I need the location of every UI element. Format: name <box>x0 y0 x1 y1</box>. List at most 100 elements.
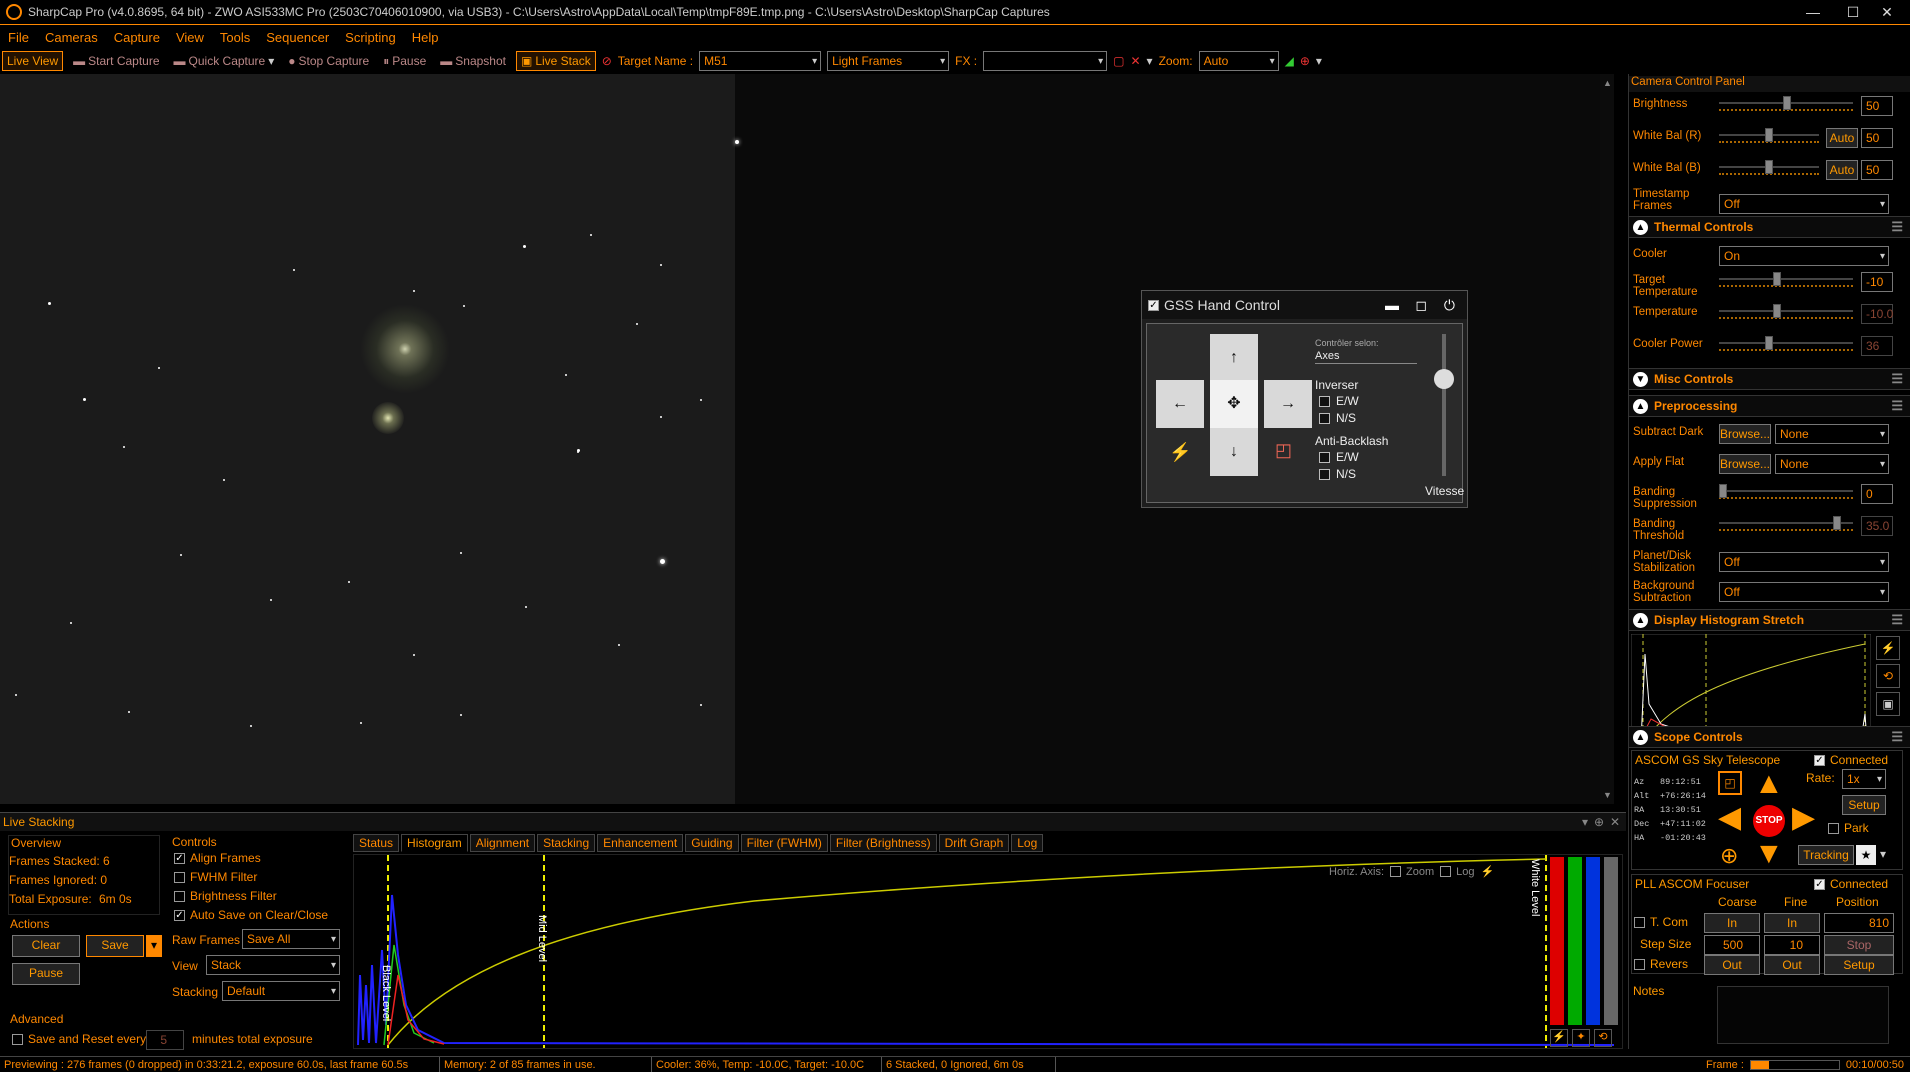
tab-log[interactable]: Log <box>1011 834 1044 852</box>
coarse-in-button[interactable]: In <box>1704 913 1760 933</box>
park-checkbox[interactable]: Park <box>1828 821 1869 835</box>
backlash-ew-checkbox[interactable]: E/W <box>1319 450 1359 464</box>
fine-out-button[interactable]: Out <box>1764 955 1820 975</box>
green-channel-slider[interactable] <box>1568 857 1582 1025</box>
scroll-up-icon[interactable]: ▲ <box>1603 78 1612 88</box>
chevron-up-icon[interactable]: ▲ <box>1633 729 1648 745</box>
histogram-icon[interactable]: ◢ <box>1285 54 1294 68</box>
chevron-down-icon[interactable]: ▼ <box>1633 371 1648 387</box>
tab-drift-graph[interactable]: Drift Graph <box>938 834 1010 852</box>
banding-threshold-slider[interactable] <box>1719 516 1853 532</box>
wb-b-auto-button[interactable]: Auto <box>1826 160 1858 180</box>
zoom-checkbox[interactable]: Zoom <box>1390 866 1434 878</box>
brightness-value[interactable]: 50 <box>1861 96 1893 116</box>
checkbox-box[interactable] <box>1319 395 1330 407</box>
hamburger-icon[interactable]: ☰ <box>1891 398 1903 414</box>
tab-histogram[interactable]: Histogram <box>401 834 468 852</box>
gss-up-button[interactable]: ↑ <box>1210 334 1258 382</box>
live-stack-button[interactable]: ▣ Live Stack <box>515 51 596 71</box>
focuser-setup-button[interactable]: Setup <box>1824 955 1894 975</box>
inverser-ns-checkbox[interactable]: N/S <box>1319 411 1356 425</box>
step-coarse-stepper[interactable]: 500 <box>1704 935 1760 955</box>
raw-frames-select[interactable]: Save All <box>242 929 340 949</box>
menu-capture[interactable]: Capture <box>106 30 168 45</box>
checkbox-box[interactable] <box>1319 451 1330 463</box>
pin-icon[interactable]: ⊕ <box>1594 815 1604 829</box>
menu-tools[interactable]: Tools <box>212 30 258 45</box>
planet-stab-select[interactable]: Off <box>1719 552 1889 572</box>
close-icon[interactable]: ✕ <box>1610 815 1620 829</box>
banding-suppression-slider[interactable] <box>1719 484 1853 500</box>
tab-status[interactable]: Status <box>353 834 400 852</box>
inverser-ew-checkbox[interactable]: E/W <box>1319 394 1359 408</box>
close-button[interactable]: ✕ <box>1864 0 1910 24</box>
menu-cameras[interactable]: Cameras <box>37 30 106 45</box>
backlash-ns-checkbox[interactable]: N/S <box>1319 467 1356 481</box>
blue-channel-slider[interactable] <box>1586 857 1600 1025</box>
save-icon[interactable]: ▣ <box>1876 692 1900 716</box>
target-name-input[interactable]: M51 <box>699 51 822 71</box>
menu-view[interactable]: View <box>168 30 212 45</box>
fine-in-button[interactable]: In <box>1764 913 1820 933</box>
speed-slider-thumb[interactable] <box>1434 369 1454 389</box>
live-view-button[interactable]: Live View <box>2 51 64 71</box>
wb-b-value[interactable]: 50 <box>1861 160 1893 180</box>
quick-capture-button[interactable]: ▬ Quick Capture ▾ <box>170 52 279 70</box>
flat-browse-button[interactable]: Browse... <box>1719 454 1771 474</box>
hamburger-icon[interactable]: ☰ <box>1891 371 1903 387</box>
timestamp-select[interactable]: Off <box>1719 194 1889 214</box>
coarse-out-button[interactable]: Out <box>1704 955 1760 975</box>
spiral-icon[interactable]: ◰ <box>1275 440 1292 461</box>
zoom-select[interactable]: Auto <box>1198 51 1279 71</box>
sparkle-icon[interactable]: ✦ <box>1572 1029 1590 1047</box>
wb-r-auto-button[interactable]: Auto <box>1826 128 1858 148</box>
rate-select[interactable]: 1x <box>1842 769 1886 789</box>
chevron-up-icon[interactable]: ▲ <box>1633 612 1648 628</box>
brightness-slider[interactable] <box>1719 96 1853 112</box>
flat-select[interactable]: None <box>1775 454 1889 474</box>
log-checkbox[interactable]: Log <box>1440 866 1475 878</box>
hamburger-icon[interactable]: ☰ <box>1891 219 1903 235</box>
slew-east-button[interactable]: ◀ <box>1718 803 1741 833</box>
slew-west-button[interactable]: ▶ <box>1792 803 1815 833</box>
stacking-select[interactable]: Default <box>222 981 340 1001</box>
dark-select[interactable]: None <box>1775 424 1889 444</box>
notes-textarea[interactable] <box>1717 986 1889 1044</box>
save-options-chevron-icon[interactable]: ▾ <box>146 935 162 957</box>
power-icon[interactable]: ⏻ <box>1444 297 1455 314</box>
chevron-up-icon[interactable]: ▲ <box>1633 219 1648 235</box>
cooler-select[interactable]: On <box>1719 246 1889 266</box>
menu-help[interactable]: Help <box>404 30 447 45</box>
gss-right-button[interactable]: → <box>1264 380 1312 428</box>
reset-icon[interactable]: ⟲ <box>1876 664 1900 688</box>
tcomp-checkbox[interactable]: T. Com <box>1634 915 1688 929</box>
scope-stop-button[interactable]: STOP <box>1753 805 1785 837</box>
hamburger-icon[interactable]: ☰ <box>1891 612 1903 628</box>
tracking-button[interactable]: Tracking <box>1798 845 1854 865</box>
start-capture-button[interactable]: ▬ Start Capture <box>69 52 163 70</box>
chevron-up-icon[interactable]: ▲ <box>1633 398 1648 414</box>
fwhm-filter-checkbox[interactable]: FWHM Filter <box>174 870 257 884</box>
thermal-controls-header[interactable]: ▲ Thermal Controls ☰ <box>1629 216 1910 238</box>
controller-select[interactable]: Axes <box>1315 350 1417 364</box>
target-temp-value[interactable]: -10 <box>1861 272 1893 292</box>
target-temp-slider[interactable] <box>1719 272 1853 288</box>
slew-north-button[interactable]: ▲ <box>1754 769 1784 799</box>
focuser-connected-checkbox[interactable]: ✓ Connected <box>1814 877 1888 891</box>
hamburger-icon[interactable]: ☰ <box>1891 729 1903 745</box>
luminance-channel-slider[interactable] <box>1604 857 1618 1025</box>
stack-histogram[interactable]: Black Level Mid Level White Level Horiz.… <box>353 854 1623 1049</box>
brightness-filter-checkbox[interactable]: Brightness Filter <box>174 889 277 903</box>
scope-connected-checkbox[interactable]: ✓ Connected <box>1814 753 1888 767</box>
gss-left-button[interactable]: ← <box>1156 380 1204 428</box>
lightning-icon[interactable]: ⚡ <box>1481 865 1495 878</box>
reticle-icon[interactable]: ▢ <box>1113 54 1124 68</box>
save-reset-checkbox[interactable]: Save and Reset every <box>12 1032 146 1046</box>
menu-sequencer[interactable]: Sequencer <box>258 30 337 45</box>
snapshot-button[interactable]: ▬ Snapshot <box>436 52 510 70</box>
save-button[interactable]: Save <box>86 935 144 957</box>
star-icon[interactable]: ★ <box>1856 845 1876 865</box>
reverse-checkbox[interactable]: Revers <box>1634 957 1688 971</box>
reset-icon[interactable]: ⟲ <box>1594 1029 1612 1047</box>
target-crosshair-icon[interactable]: ⊕ <box>1720 843 1738 869</box>
